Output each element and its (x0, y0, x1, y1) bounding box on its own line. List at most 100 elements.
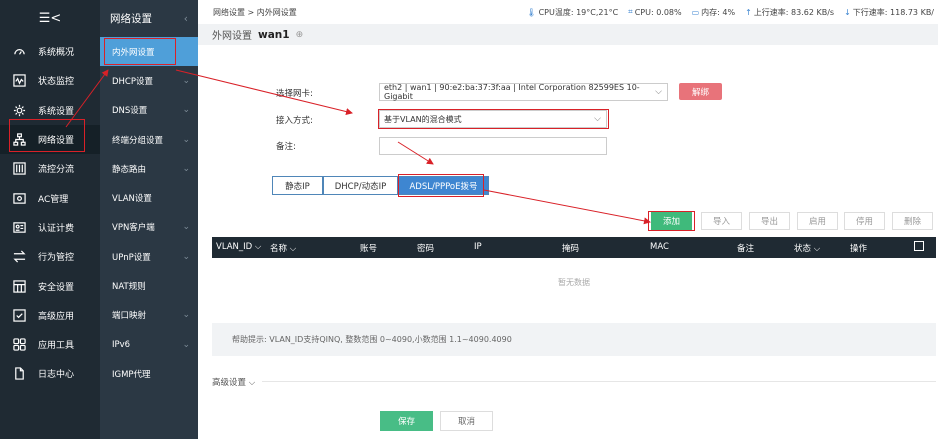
sidebar-item-log[interactable]: 日志中心 (0, 359, 100, 388)
export-button[interactable]: 导出 (749, 212, 790, 230)
help-hint: 帮助提示: VLAN_ID支持QINQ, 整数范围 0~4090,小数范围 1.… (212, 323, 936, 356)
thermometer-icon: 🌡︎ (526, 7, 537, 17)
collapse-icon[interactable]: ‹ (184, 13, 188, 25)
tab-dhcp[interactable]: DHCP/动态IP (323, 176, 398, 195)
add-circle-icon[interactable]: ⊕ (296, 30, 304, 40)
import-button[interactable]: 导入 (701, 212, 742, 230)
col-ip: IP (474, 242, 482, 252)
download-rate: 下行速率: 118.73 KB/ (852, 7, 934, 17)
add-button[interactable]: 添加 (651, 212, 692, 230)
subnav-item-wan-lan[interactable]: 内外网设置 (100, 37, 198, 67)
log-icon (12, 367, 26, 381)
col-mac: MAC (650, 242, 669, 252)
main-content: 网络设置 > 内外网设置 🌡︎ CPU温度: 19°C,21°C ⌗ CPU: … (198, 0, 938, 439)
monitor-icon (12, 74, 26, 88)
chevron-down-icon: ⌄ (182, 251, 190, 262)
chip-icon: ⌗ (628, 7, 633, 16)
delete-button[interactable]: 删除 (892, 212, 933, 230)
divider (262, 381, 936, 382)
subnav-item-vpn-client[interactable]: VPN客户端 ⌄ (100, 213, 198, 242)
page-title-prefix: 外网设置 (212, 31, 252, 42)
subnav-item-igmp[interactable]: IGMP代理 (100, 359, 198, 388)
cancel-button[interactable]: 取消 (440, 411, 493, 431)
top-status-bar: 网络设置 > 内外网设置 🌡︎ CPU温度: 19°C,21°C ⌗ CPU: … (198, 0, 938, 24)
subnav-item-vlan[interactable]: VLAN设置 (100, 183, 198, 212)
traffic-icon (12, 162, 26, 176)
chevron-down-icon: ⌄ (182, 339, 190, 350)
download-icon: ↓ (844, 7, 851, 17)
subnav-item-port-mapping[interactable]: 端口映射 ⌄ (100, 301, 198, 330)
memory-icon: ▭ (691, 7, 700, 17)
table-header: VLAN_ID ⌵ 名称 ⌵ 账号 密码 IP 掩码 MAC 备注 状态 ⌵ 操… (212, 237, 936, 258)
primary-sidebar: ☰< 系统概况 状态监控 系统设置 网络设置 流控分流 AC管理 认证计费 行为… (0, 0, 100, 439)
cpu-temp-readout: CPU温度: 19°C,21°C (538, 7, 619, 17)
upload-rate: 上行速率: 83.62 KB/s (753, 7, 835, 17)
chevron-down-icon: ⌄ (182, 163, 190, 174)
advanced-settings-toggle[interactable]: 高级设置 ⌵ (212, 376, 255, 388)
subnav-item-ipv6[interactable]: IPv6 ⌄ (100, 330, 198, 359)
note-label: 备注: (276, 142, 296, 152)
sidebar-item-traffic[interactable]: 流控分流 (0, 154, 100, 183)
gear-icon (12, 103, 26, 117)
subnav-item-static-route[interactable]: 静态路由 ⌄ (100, 154, 198, 183)
sidebar-item-system[interactable]: 系统设置 (0, 96, 100, 125)
access-mode-label: 接入方式: (276, 116, 313, 126)
tab-pppoe[interactable]: ADSL/PPPoE拨号 (398, 176, 489, 195)
chevron-down-icon: ⌄ (182, 310, 190, 321)
note-input[interactable] (379, 137, 607, 155)
cpu-readout: CPU: 0.08% (634, 7, 682, 17)
secondary-sidebar-header: 网络设置 ‹ (100, 0, 198, 37)
menu-toggle-icon[interactable]: ☰< (0, 0, 100, 37)
col-mask: 掩码 (562, 244, 580, 254)
behavior-icon (12, 250, 26, 264)
col-vlan-id[interactable]: VLAN_ID ⌵ (216, 242, 261, 252)
sidebar-item-network[interactable]: 网络设置 (0, 124, 100, 155)
access-type-tabs: 静态IP DHCP/动态IP ADSL/PPPoE拨号 (272, 176, 489, 195)
nic-select[interactable]: eth2 | wan1 | 90:e2:ba:37:3f:aa | Intel … (379, 83, 668, 101)
save-button[interactable]: 保存 (380, 411, 433, 431)
sidebar-item-monitor[interactable]: 状态监控 (0, 66, 100, 95)
upload-icon: ↑ (745, 7, 752, 17)
col-password: 密码 (417, 244, 435, 254)
nic-label: 选择网卡: (276, 89, 313, 99)
page-title-name: wan1 (258, 28, 290, 41)
advanced-icon (12, 308, 26, 322)
tools-icon (12, 338, 26, 352)
access-mode-select[interactable]: 基于VLAN的混合模式 ⌵ (379, 110, 607, 128)
col-status[interactable]: 状态 ⌵ (794, 242, 820, 254)
sidebar-item-auth[interactable]: 认证计费 (0, 213, 100, 242)
enable-button[interactable]: 启用 (797, 212, 838, 230)
empty-table-message: 暂无数据 (558, 278, 590, 287)
network-icon (12, 133, 26, 147)
chevron-down-icon: ⌄ (182, 105, 190, 116)
col-account: 账号 (360, 244, 378, 254)
page-title: 外网设置 wan1 ⊕ (198, 24, 938, 45)
breadcrumb: 网络设置 > 内外网设置 (213, 7, 297, 17)
security-icon (12, 279, 26, 293)
subnav-item-terminal-group[interactable]: 终端分组设置 ⌄ (100, 125, 198, 154)
chevron-down-icon: ⌄ (182, 134, 190, 145)
auth-icon (12, 220, 26, 234)
dashboard-icon (12, 45, 26, 59)
sidebar-item-security[interactable]: 安全设置 (0, 271, 100, 300)
chevron-down-icon: ⌵ (594, 114, 601, 124)
sidebar-item-ac[interactable]: AC管理 (0, 183, 100, 212)
col-name[interactable]: 名称 ⌵ (270, 242, 296, 254)
tab-static-ip[interactable]: 静态IP (272, 176, 323, 195)
subnav-item-nat[interactable]: NAT规则 (100, 271, 198, 300)
secondary-sidebar-title: 网络设置 (110, 13, 152, 25)
select-all-checkbox[interactable] (914, 241, 924, 251)
disable-button[interactable]: 停用 (844, 212, 885, 230)
subnav-item-dhcp[interactable]: DHCP设置 ⌄ (100, 66, 198, 95)
ac-icon (12, 191, 26, 205)
sidebar-item-tools[interactable]: 应用工具 (0, 330, 100, 359)
unbind-button[interactable]: 解绑 (679, 83, 722, 100)
sidebar-item-behavior[interactable]: 行为管控 (0, 242, 100, 271)
nic-select-value: eth2 | wan1 | 90:e2:ba:37:3f:aa | Intel … (384, 83, 640, 101)
sidebar-item-advanced[interactable]: 高级应用 (0, 301, 100, 330)
subnav-item-dns[interactable]: DNS设置 ⌄ (100, 96, 198, 125)
chevron-down-icon: ⌄ (182, 222, 190, 233)
col-note: 备注 (737, 244, 755, 254)
sidebar-item-overview[interactable]: 系统概况 (0, 37, 100, 66)
subnav-item-upnp[interactable]: UPnP设置 ⌄ (100, 242, 198, 271)
